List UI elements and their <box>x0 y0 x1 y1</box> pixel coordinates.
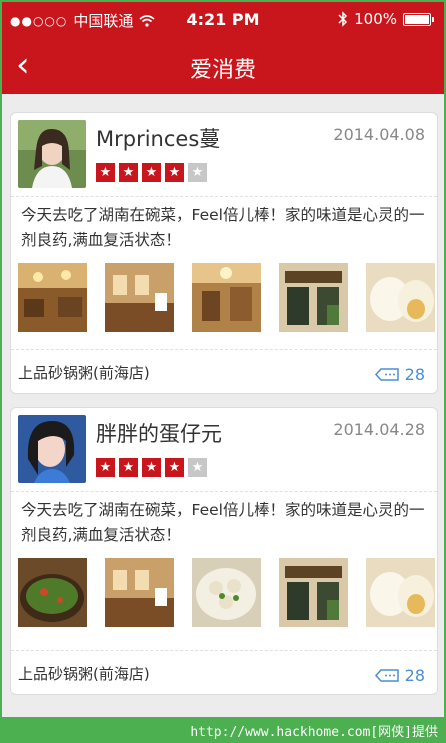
star-filled-icon: ★ <box>96 163 115 182</box>
photo-strip <box>18 558 435 627</box>
watermark-bar: http://www.hackhome.com[网侠]提供 <box>0 717 446 743</box>
photo-storefront[interactable] <box>279 263 348 332</box>
nav-bar: ‹ 爱消费 <box>2 38 444 94</box>
photo-restaurant-interior[interactable] <box>18 263 87 332</box>
star-filled-icon: ★ <box>142 163 161 182</box>
shop-name-link[interactable]: 上品砂锅粥(前海店) <box>18 362 150 383</box>
shop-name-link[interactable]: 上品砂锅粥(前海店) <box>18 663 150 684</box>
star-filled-icon: ★ <box>142 458 161 477</box>
photo-storefront[interactable] <box>279 558 348 627</box>
star-empty-icon: ★ <box>188 163 207 182</box>
photo-lobby[interactable] <box>192 263 261 332</box>
status-bar: ●●○○○ 中国联通 4:21 PM 100% <box>2 2 444 38</box>
battery-icon <box>403 12 431 26</box>
comment-count: 28 <box>404 365 425 384</box>
review-text: 今天去吃了湖南在碗菜，Feel倍儿棒！家的味道是心灵的一剂良药,满血复活状态！ <box>21 206 425 249</box>
user-name[interactable]: Mrprinces蔓 <box>96 123 220 153</box>
photo-dining-hall[interactable] <box>105 558 174 627</box>
photo-strip <box>18 263 435 332</box>
comments-button[interactable]: 28 <box>374 365 425 384</box>
user-name[interactable]: 胖胖的蛋仔元 <box>96 418 222 448</box>
review-date: 2014.04.08 <box>333 125 425 144</box>
photo-meatball-soup[interactable] <box>192 558 261 627</box>
watermark-text: http://www.hackhome.com[网侠]提供 <box>190 725 438 740</box>
rating-stars: ★ ★ ★ ★ ★ <box>96 163 207 182</box>
comment-bubble-icon <box>374 367 399 381</box>
avatar[interactable] <box>18 120 86 188</box>
battery-percent: 100% <box>354 10 397 28</box>
review-card[interactable]: Mrprinces蔓 2014.04.08 ★ ★ ★ ★ ★ 今天去吃了湖南在… <box>10 112 438 394</box>
photo-buns[interactable] <box>366 558 435 627</box>
review-date: 2014.04.28 <box>333 420 425 439</box>
review-text: 今天去吃了湖南在碗菜，Feel倍儿棒！家的味道是心灵的一剂良药,满血复活状态！ <box>21 501 425 544</box>
photo-dining-hall[interactable] <box>105 263 174 332</box>
rating-stars: ★ ★ ★ ★ ★ <box>96 458 207 477</box>
avatar[interactable] <box>18 415 86 483</box>
star-filled-icon: ★ <box>119 458 138 477</box>
star-filled-icon: ★ <box>165 163 184 182</box>
comments-button[interactable]: 28 <box>374 666 425 685</box>
star-filled-icon: ★ <box>96 458 115 477</box>
page-title: 爱消费 <box>189 58 256 83</box>
photo-buns[interactable] <box>366 263 435 332</box>
phone-screen: ●●○○○ 中国联通 4:21 PM 100% ‹ 爱消费 Mrprinces蔓… <box>2 2 444 717</box>
star-filled-icon: ★ <box>165 458 184 477</box>
star-filled-icon: ★ <box>119 163 138 182</box>
bluetooth-icon <box>338 11 348 27</box>
review-card[interactable]: 胖胖的蛋仔元 2014.04.28 ★ ★ ★ ★ ★ 今天去吃了湖南在碗菜，F… <box>10 407 438 695</box>
photo-vegetable-dish[interactable] <box>18 558 87 627</box>
comment-bubble-icon <box>374 668 399 682</box>
star-empty-icon: ★ <box>188 458 207 477</box>
comment-count: 28 <box>404 666 425 685</box>
